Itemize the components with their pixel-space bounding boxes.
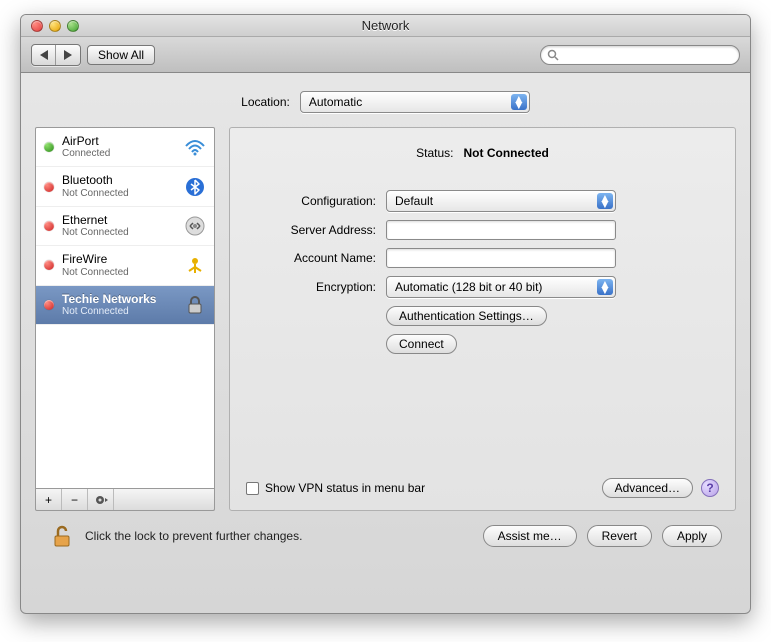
network-window: Network Show All Location: Automatic ▲▼ [20, 14, 751, 614]
configuration-popup[interactable]: Default ▲▼ [386, 190, 616, 212]
service-list-toolbar: + − [35, 489, 215, 511]
triangle-right-icon [64, 50, 72, 60]
apply-button[interactable]: Apply [662, 525, 722, 547]
minimize-icon[interactable] [49, 20, 61, 32]
sidebar-item-bluetooth[interactable]: Bluetooth Not Connected [36, 167, 214, 206]
encryption-popup[interactable]: Automatic (128 bit or 40 bit) ▲▼ [386, 276, 616, 298]
service-name: Techie Networks [62, 292, 176, 306]
show-vpn-checkbox[interactable]: Show VPN status in menu bar [246, 481, 425, 495]
service-name: Bluetooth [62, 173, 176, 187]
window-footer: Click the lock to prevent further change… [35, 511, 736, 549]
popup-arrows-icon: ▲▼ [597, 193, 613, 209]
checkbox-box-icon [246, 482, 259, 495]
zoom-icon[interactable] [67, 20, 79, 32]
connect-button[interactable]: Connect [386, 334, 457, 354]
popup-arrows-icon: ▲▼ [511, 94, 527, 110]
service-status: Not Connected [62, 267, 176, 279]
lock-hint: Click the lock to prevent further change… [85, 529, 473, 543]
server-address-input[interactable] [386, 220, 616, 240]
popup-arrows-icon: ▲▼ [597, 279, 613, 295]
status-dot-icon [44, 142, 54, 152]
service-name: Ethernet [62, 213, 176, 227]
service-status: Not Connected [62, 306, 176, 318]
sidebar-item-ethernet[interactable]: Ethernet Not Connected [36, 207, 214, 246]
configuration-label: Configuration: [246, 194, 376, 208]
triangle-left-icon [40, 50, 48, 60]
status-dot-icon [44, 182, 54, 192]
service-action-button[interactable] [88, 489, 114, 510]
search-icon [547, 49, 559, 61]
help-button[interactable]: ? [701, 479, 719, 497]
status-dot-icon [44, 260, 54, 270]
search-input[interactable] [563, 48, 733, 62]
auth-settings-button[interactable]: Authentication Settings… [386, 306, 547, 326]
account-name-label: Account Name: [246, 251, 376, 265]
search-field[interactable] [540, 45, 740, 65]
close-icon[interactable] [31, 20, 43, 32]
gear-icon [94, 494, 108, 506]
back-button[interactable] [32, 45, 56, 65]
minus-icon: − [71, 493, 78, 507]
wifi-icon [184, 136, 206, 158]
account-name-input[interactable] [386, 248, 616, 268]
sidebar-item-firewire[interactable]: FireWire Not Connected [36, 246, 214, 285]
revert-button[interactable]: Revert [587, 525, 652, 547]
service-list: AirPort Connected Bluetooth Not Connecte… [35, 127, 215, 489]
encryption-value: Automatic (128 bit or 40 bit) [395, 280, 542, 294]
location-label: Location: [241, 95, 290, 109]
toolbar: Show All [21, 37, 750, 73]
vpn-lock-icon [184, 294, 206, 316]
service-status: Not Connected [62, 227, 176, 239]
status-value: Not Connected [464, 146, 549, 160]
show-all-button[interactable]: Show All [87, 45, 155, 65]
window-title: Network [21, 18, 750, 33]
plus-icon: + [45, 493, 52, 507]
remove-service-button[interactable]: − [62, 489, 88, 510]
advanced-button[interactable]: Advanced… [602, 478, 693, 498]
show-vpn-label: Show VPN status in menu bar [265, 481, 425, 495]
lock-button[interactable] [49, 523, 75, 549]
service-status: Not Connected [62, 188, 176, 200]
location-value: Automatic [309, 95, 362, 109]
service-name: FireWire [62, 252, 176, 266]
detail-panel: Status: Not Connected Configuration: Def… [229, 127, 736, 511]
encryption-label: Encryption: [246, 280, 376, 294]
bluetooth-icon [184, 176, 206, 198]
service-name: AirPort [62, 134, 176, 148]
lock-open-icon [51, 524, 73, 548]
nav-segment [31, 44, 81, 66]
status-dot-icon [44, 221, 54, 231]
titlebar: Network [21, 15, 750, 37]
server-address-label: Server Address: [246, 223, 376, 237]
sidebar-item-techie-networks[interactable]: Techie Networks Not Connected [36, 286, 214, 325]
firewire-icon [184, 254, 206, 276]
sidebar-item-airport[interactable]: AirPort Connected [36, 128, 214, 167]
status-label: Status: [416, 146, 453, 160]
traffic-lights [21, 20, 79, 32]
status-dot-icon [44, 300, 54, 310]
location-row: Location: Automatic ▲▼ [35, 91, 736, 113]
service-status: Connected [62, 148, 176, 160]
add-service-button[interactable]: + [36, 489, 62, 510]
assist-button[interactable]: Assist me… [483, 525, 577, 547]
location-popup[interactable]: Automatic ▲▼ [300, 91, 530, 113]
forward-button[interactable] [56, 45, 80, 65]
ethernet-icon [184, 215, 206, 237]
configuration-value: Default [395, 194, 433, 208]
